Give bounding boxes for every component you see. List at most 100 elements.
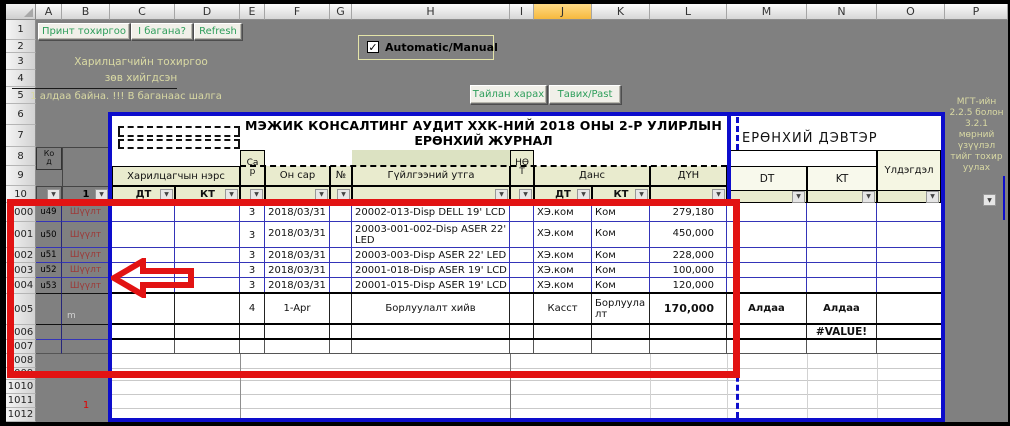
cell-ledger-dt[interactable] (727, 278, 807, 292)
cell-summary-flag[interactable]: m (62, 294, 110, 325)
cell-partner-dt[interactable] (112, 263, 175, 277)
date-header-cell[interactable]: Он сар (265, 166, 330, 186)
column-header-p[interactable]: P (945, 4, 1008, 20)
filter-dropdown-icon[interactable]: ▼ (47, 189, 60, 201)
row-header[interactable]: 3 (6, 53, 36, 70)
filter-partner-dt[interactable]: ДТ▼ (112, 186, 175, 203)
column-header-g[interactable]: G (330, 4, 352, 20)
cell-partner-dt[interactable] (112, 203, 175, 221)
filter-partner-kt[interactable]: КТ▼ (175, 186, 240, 203)
cell-number[interactable] (330, 294, 352, 323)
cell-vat[interactable] (510, 325, 534, 338)
cell-row-id[interactable] (36, 294, 62, 325)
row-header[interactable]: 1012 (6, 408, 36, 422)
cell-ledger-dt[interactable] (727, 248, 807, 262)
cell[interactable] (175, 340, 240, 353)
filter-ledger-kt[interactable]: ▼ (807, 190, 877, 203)
cell-partner-dt[interactable] (112, 222, 175, 247)
cell-account-dt[interactable] (534, 325, 592, 338)
cell[interactable] (534, 340, 592, 353)
refresh-button[interactable]: Refresh (194, 23, 242, 40)
cell-account-kt[interactable]: Ком (592, 203, 650, 221)
filter-number[interactable]: ▼ (330, 186, 352, 203)
column-header-m[interactable]: M (727, 4, 807, 20)
code-header-cell[interactable]: Код (36, 147, 62, 170)
column-header-j[interactable]: J (534, 4, 592, 20)
cell[interactable] (592, 340, 650, 353)
filter-ledger-dt[interactable]: ▼ (727, 190, 807, 203)
i-column-button[interactable]: I багана? (131, 23, 193, 40)
column-header-e[interactable]: E (240, 4, 265, 20)
cell-ledger-dt[interactable] (727, 263, 807, 277)
cell-partner-kt[interactable] (175, 263, 240, 277)
cell-month[interactable]: 4 (240, 294, 265, 323)
filter-b[interactable]: 1▼ (62, 186, 110, 203)
row-header[interactable]: 1006 (6, 325, 36, 340)
filter-dropdown-icon[interactable]: ▼ (315, 189, 328, 201)
number-header-cell[interactable]: № (330, 166, 352, 186)
cell-number[interactable] (330, 263, 352, 277)
cell-date[interactable]: 2018/03/31 (265, 203, 330, 221)
cell-balance[interactable] (877, 248, 941, 262)
cell-vat[interactable] (510, 203, 534, 221)
column-header-i[interactable]: I (510, 4, 534, 20)
filter-dropdown-icon[interactable]: ▼ (519, 189, 532, 201)
cell-month[interactable] (240, 325, 265, 338)
cell-date[interactable]: 2018/03/31 (265, 248, 330, 262)
ledger-kt-header-cell[interactable]: KT (807, 166, 877, 191)
cell[interactable] (36, 325, 62, 340)
cell-account-dt[interactable]: ХЭ.ком (534, 222, 592, 247)
filter-dropdown-icon[interactable]: ▼ (926, 191, 939, 203)
cell-description[interactable] (352, 325, 510, 338)
cell-partner-dt[interactable] (112, 294, 175, 323)
column-header-n[interactable]: N (807, 4, 877, 20)
column-header-b[interactable]: B (62, 4, 110, 20)
cell[interactable] (265, 340, 330, 353)
cell-amount[interactable]: 100,000 (650, 263, 727, 277)
cell-month[interactable]: 3 (240, 278, 265, 292)
cell-number[interactable] (330, 248, 352, 262)
cell[interactable] (352, 340, 510, 353)
cell-number[interactable] (330, 203, 352, 221)
cell-account-kt[interactable] (592, 325, 650, 338)
filter-dropdown-icon[interactable]: ▼ (495, 189, 508, 201)
column-header-c[interactable]: C (110, 4, 175, 20)
filter-dropdown-icon[interactable]: ▼ (337, 189, 350, 201)
cell-row-id[interactable]: u51 (36, 248, 62, 263)
cell-description[interactable]: 20001-018-Disp ASER 19' LCD (352, 263, 510, 277)
cell-row-id[interactable]: u53 (36, 278, 62, 294)
column-header-k[interactable]: K (592, 4, 650, 20)
filter-description[interactable]: ▼ (352, 186, 510, 203)
cell-account-kt[interactable]: Борлуулалт (592, 294, 650, 323)
row-header[interactable]: 1008 (6, 354, 36, 368)
filter-dropdown-icon[interactable]: ▼ (792, 191, 805, 203)
filter-dropdown-icon[interactable]: ▼ (160, 189, 173, 201)
cell-partner-dt[interactable] (112, 278, 175, 292)
cell-date[interactable]: 2018/03/31 (265, 278, 330, 292)
cell-account-dt[interactable]: ХЭ.ком (534, 203, 592, 221)
cell-ledger-dt[interactable] (727, 325, 807, 338)
cell-month[interactable]: 3 (240, 263, 265, 277)
filter-dropdown-icon[interactable]: ▼ (635, 189, 648, 201)
view-report-button[interactable]: Тайлан харах (470, 85, 547, 104)
cell[interactable] (877, 340, 941, 353)
cell-account-kt[interactable]: Ком (592, 222, 650, 247)
cell[interactable] (650, 340, 727, 353)
cell-ledger-kt[interactable] (807, 263, 877, 277)
row-header[interactable]: 2 (6, 40, 36, 53)
cell-row-flag[interactable]: Шүүлт (62, 203, 110, 222)
cell-account-dt[interactable]: ХЭ.ком (534, 263, 592, 277)
cell-number[interactable] (330, 278, 352, 292)
cell[interactable] (807, 340, 877, 353)
cell-date[interactable]: 1-Apr (265, 294, 330, 323)
cell-vat[interactable] (510, 222, 534, 247)
column-header-l[interactable]: L (650, 4, 727, 20)
cell-description[interactable]: 20001-015-Disp ASER 19' LCD (352, 278, 510, 292)
cell-ledger-dt[interactable] (727, 222, 807, 247)
print-settings-button[interactable]: Принт тохиргоо (38, 23, 130, 40)
vat-header-cell[interactable]: НӨТ (510, 150, 534, 186)
cell-partner-kt[interactable] (175, 248, 240, 262)
cell-balance[interactable] (877, 294, 941, 323)
row-header[interactable]: 7 (6, 125, 36, 147)
filter-a[interactable]: ▼ (36, 186, 62, 203)
